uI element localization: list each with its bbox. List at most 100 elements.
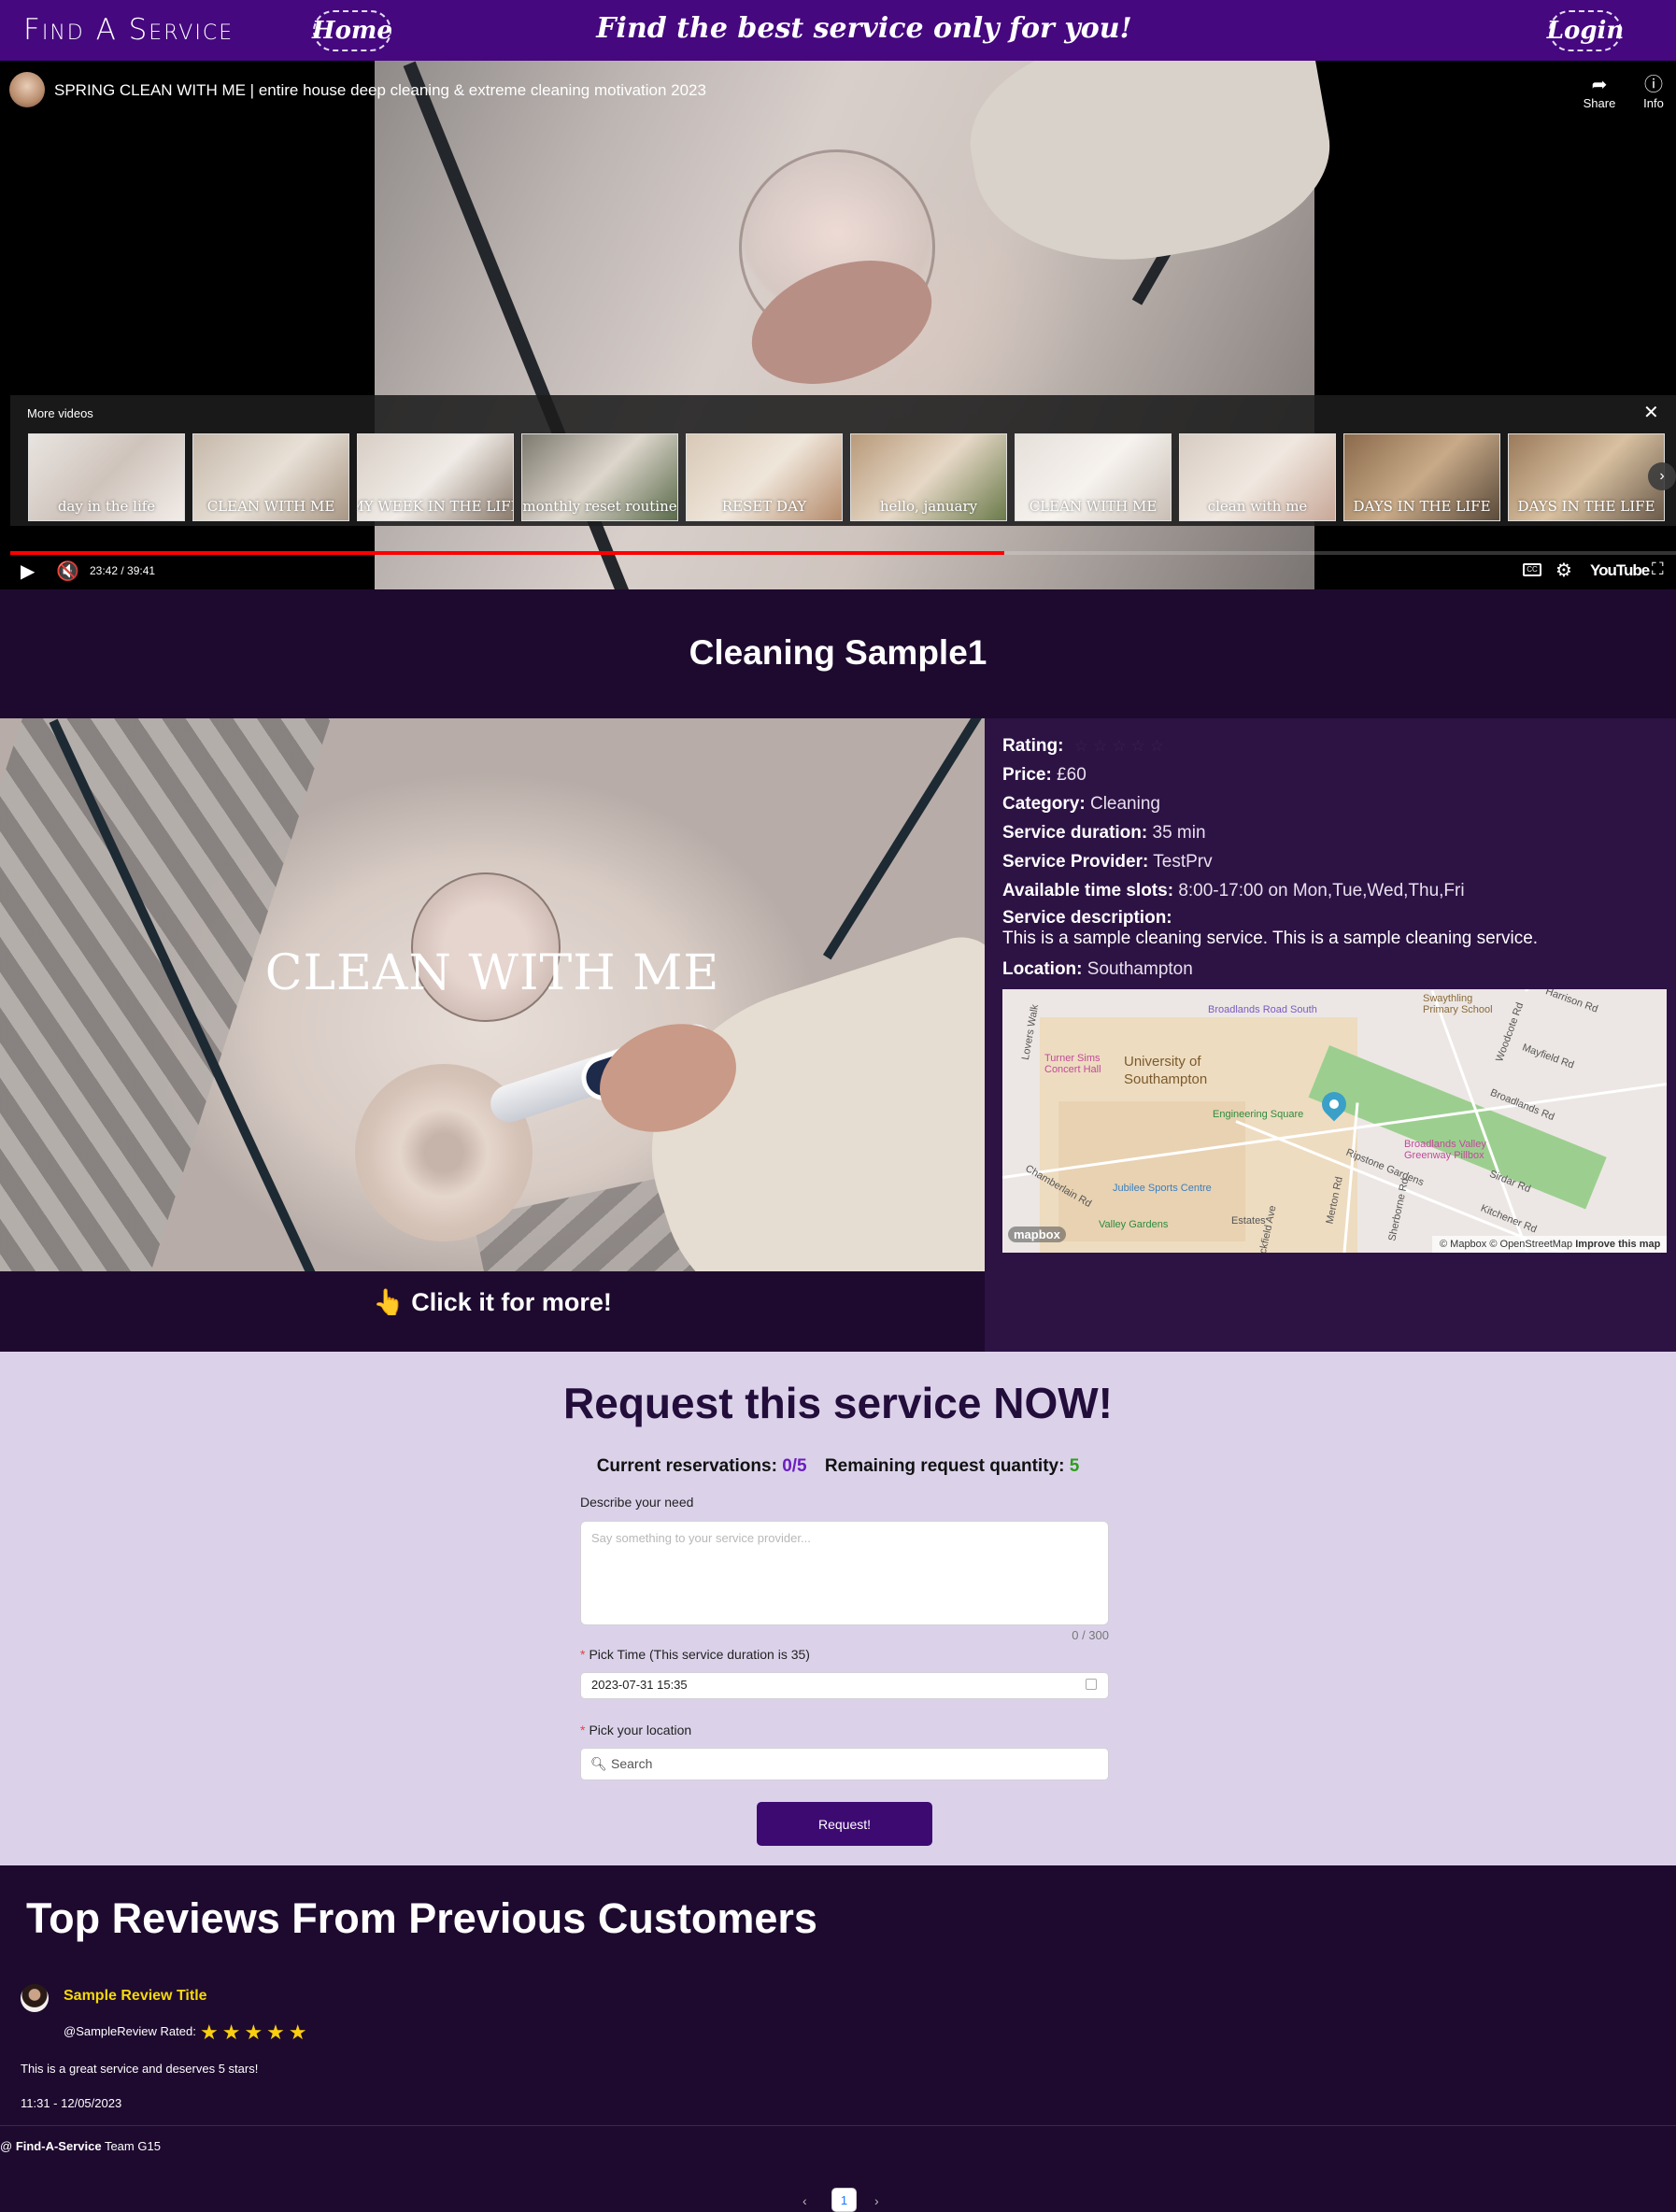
describe-need-textarea[interactable]: Say something to your service provider..… — [580, 1521, 1109, 1625]
pick-time-label: * Pick Time (This service duration is 35) — [580, 1647, 810, 1662]
chevron-right-icon[interactable]: › — [1648, 462, 1676, 490]
category-value: Cleaning — [1089, 794, 1160, 814]
pagination-page-1[interactable]: 1 — [831, 2188, 857, 2212]
mapbox-logo[interactable]: mapbox — [1008, 1227, 1066, 1242]
request-button[interactable]: Request! — [757, 1802, 932, 1846]
request-title: Request this service NOW! — [563, 1379, 1113, 1427]
map-label: Mayfield Rd — [1520, 1042, 1576, 1071]
map-label: Jubilee Sports Centre — [1113, 1183, 1212, 1194]
video-progress-bar[interactable] — [10, 551, 1676, 555]
map-label: Broadlands Road South — [1208, 1004, 1317, 1015]
reviews-title: Top Reviews From Previous Customers — [26, 1894, 817, 1942]
pick-location-label: * Pick your location — [580, 1723, 692, 1737]
map-label: Broadlands Valley Greenway Pillbox — [1404, 1139, 1486, 1161]
rating-label: Rating: — [1002, 736, 1064, 756]
video-thumbnail[interactable]: hello, january — [850, 433, 1007, 521]
gear-icon[interactable]: ⚙ — [1555, 559, 1572, 582]
youtube-logo[interactable]: YouTube — [1590, 561, 1650, 580]
time-slots-value: 8:00-17:00 on Mon,Tue,Wed,Thu,Fri — [1178, 881, 1465, 900]
video-thumbnail[interactable]: day in the life — [28, 433, 185, 521]
char-counter: 0 / 300 — [1072, 1628, 1109, 1642]
login-button[interactable]: Login — [1547, 10, 1624, 51]
map-attribution[interactable]: © Mapbox © OpenStreetMap Improve this ma… — [1432, 1236, 1667, 1253]
review-date: 11:31 - 12/05/2023 — [21, 2096, 122, 2110]
calendar-icon[interactable] — [1086, 1679, 1097, 1690]
info-label: Info — [1643, 96, 1664, 110]
pick-time-input[interactable]: 2023-07-31 15:35 — [580, 1672, 1109, 1699]
muted-speaker-icon[interactable]: 🔇 — [56, 560, 79, 583]
share-label: Share — [1583, 96, 1616, 110]
price-value: £60 — [1057, 765, 1087, 785]
service-image[interactable]: CLEAN WITH ME — [0, 718, 985, 1271]
provider-row: Service Provider: TestPrv — [1002, 852, 1213, 872]
service-title: Cleaning Sample1 — [689, 633, 987, 672]
map-label: Sherborne Rd — [1386, 1177, 1412, 1242]
description-row: Service description: This is a sample cl… — [1002, 908, 1539, 948]
category-row: Category: Cleaning — [1002, 794, 1160, 814]
location-map[interactable]: Broadlands Road South Swaythling Primary… — [1002, 989, 1667, 1253]
image-overlay-text: CLEAN WITH ME — [264, 945, 720, 1001]
footer-team: Team G15 — [104, 2139, 161, 2153]
share-icon: ➦ — [1591, 75, 1608, 95]
video-thumbnail[interactable]: DAYS IN THE LIFE — [1508, 433, 1665, 521]
tagline: Find the best service only for you! — [596, 12, 1132, 45]
video-thumbnail[interactable]: CLEAN WITH ME — [192, 433, 349, 521]
close-icon[interactable]: ✕ — [1643, 401, 1659, 424]
pagination-next-icon[interactable]: › — [874, 2193, 879, 2208]
reviewer-avatar — [21, 1984, 49, 2012]
video-thumbnail[interactable]: DAYS IN THE LIFE — [1343, 433, 1500, 521]
info-button[interactable]: ⓘ Info — [1626, 74, 1676, 110]
play-icon[interactable]: ▶ — [21, 560, 35, 583]
price-row: Price: £60 — [1002, 765, 1087, 785]
more-videos-panel: More videos ✕ day in the life CLEAN WITH… — [10, 395, 1676, 526]
share-button[interactable]: ➦ Share — [1571, 74, 1627, 110]
description-value: This is a sample cleaning service. This … — [1002, 929, 1539, 948]
search-icon: 🔍︎ — [590, 1756, 607, 1771]
pagination-prev-icon[interactable]: ‹ — [802, 2193, 807, 2208]
review-text: This is a great service and deserves 5 s… — [21, 2062, 259, 2076]
reservations-value: 0/5 — [782, 1456, 807, 1476]
location-search-input[interactable]: 🔍︎ Search — [580, 1748, 1109, 1780]
brand-logo[interactable]: Find A Service — [23, 13, 234, 47]
video-time: 23:42 / 39:41 — [90, 564, 156, 577]
info-icon: ⓘ — [1644, 75, 1663, 95]
provider-value: TestPrv — [1153, 852, 1213, 872]
duration-row: Service duration: 35 min — [1002, 823, 1206, 843]
map-label: Turner Sims Concert Hall — [1044, 1053, 1101, 1075]
video-title[interactable]: SPRING CLEAN WITH ME | entire house deep… — [54, 81, 706, 100]
video-thumbnail[interactable]: clean with me — [1179, 433, 1336, 521]
fullscreen-icon[interactable]: ⛶ — [1652, 560, 1664, 579]
video-thumbnail[interactable]: CLEAN WITH ME — [1015, 433, 1172, 521]
improve-map-link[interactable]: Improve this map — [1575, 1239, 1660, 1250]
review-title: Sample Review Title — [64, 1988, 207, 2004]
click-more-hint[interactable]: 👆 Click it for more! — [0, 1287, 985, 1317]
map-label: Estates — [1231, 1215, 1266, 1227]
remaining-value: 5 — [1069, 1456, 1080, 1476]
top-navbar: Find A Service Home Find the best servic… — [0, 0, 1676, 61]
reservation-stats: Current reservations: 0/5 Remaining requ… — [596, 1456, 1080, 1476]
embedded-video-player[interactable]: SPRING CLEAN WITH ME | entire house deep… — [0, 61, 1676, 589]
rating-stars: ☆☆☆☆☆ — [1073, 737, 1169, 755]
review-star-rating: ★★★★★ — [200, 2021, 311, 2044]
map-label: Harrison Rd — [1543, 989, 1599, 1015]
channel-avatar[interactable] — [9, 72, 45, 107]
footer-brand: Find-A-Service — [15, 2139, 102, 2153]
video-thumbnail[interactable]: RESET DAY — [686, 433, 843, 521]
video-thumbnail[interactable]: monthly reset routine — [521, 433, 678, 521]
footer: @ Find-A-Service Team G15 — [0, 2139, 161, 2153]
video-thumbnail[interactable]: MY WEEK IN THE LIFE — [357, 433, 514, 521]
map-label: Woodcote Rd — [1494, 1000, 1527, 1064]
location-value: Southampton — [1087, 959, 1193, 979]
divider — [0, 2125, 1676, 2126]
map-label: Valley Gardens — [1099, 1219, 1169, 1230]
map-label: Lovers Walk — [1019, 1003, 1042, 1061]
request-section: Request this service NOW! Current reserv… — [0, 1352, 1676, 1865]
subtitles-icon[interactable]: CC — [1523, 563, 1541, 576]
location-row: Location: Southampton — [1002, 959, 1193, 979]
home-button[interactable]: Home — [312, 10, 392, 51]
duration-value: 35 min — [1152, 823, 1206, 843]
map-label: University of Southampton — [1124, 1054, 1208, 1087]
service-details: Rating: ☆☆☆☆☆ Price: £60 Category: Clean… — [1002, 734, 1666, 986]
rating-row: Rating: ☆☆☆☆☆ — [1002, 734, 1666, 763]
time-slots-row: Available time slots: 8:00-17:00 on Mon,… — [1002, 881, 1465, 900]
